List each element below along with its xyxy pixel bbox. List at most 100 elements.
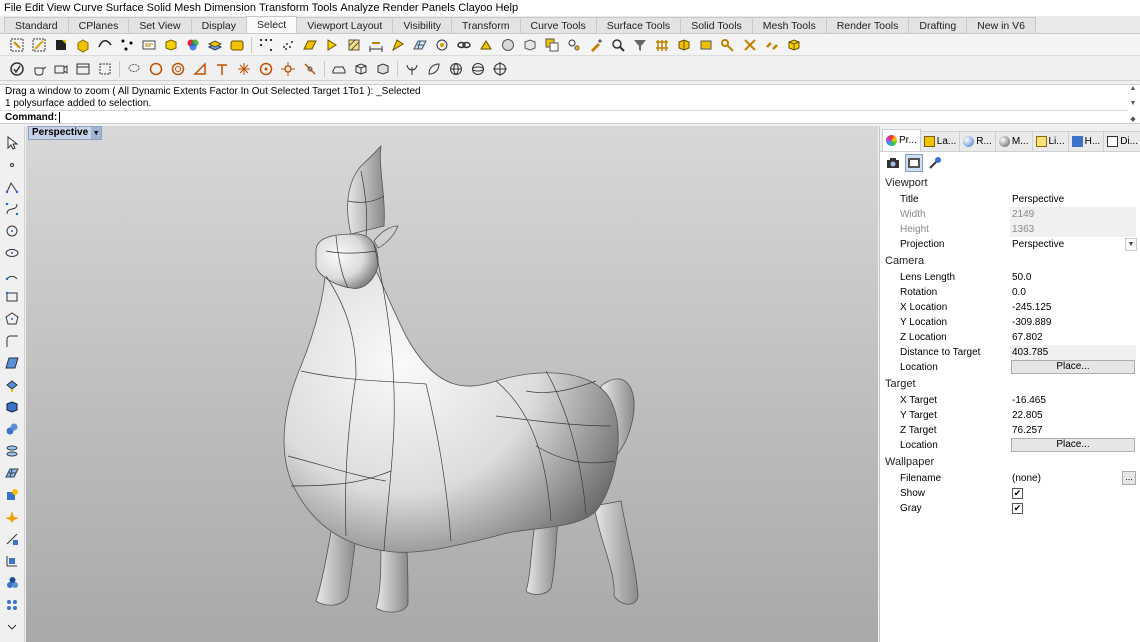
- select-hatch-icon[interactable]: [343, 35, 365, 55]
- tab-mesh-tools[interactable]: Mesh Tools: [751, 17, 827, 33]
- tab-curve-tools[interactable]: Curve Tools: [519, 17, 597, 33]
- solid-box-icon[interactable]: [2, 396, 22, 418]
- concentric-circle-icon[interactable]: [167, 59, 189, 79]
- teapot-icon[interactable]: [28, 59, 50, 79]
- lasso-icon[interactable]: [123, 59, 145, 79]
- analyze-icon[interactable]: [2, 572, 22, 594]
- tab-rendering[interactable]: R...: [959, 131, 996, 151]
- select-group-icon[interactable]: [226, 35, 248, 55]
- select-clipping-icon[interactable]: [739, 35, 761, 55]
- select-none-icon[interactable]: [28, 35, 50, 55]
- tab-surface-tools[interactable]: Surface Tools: [595, 17, 682, 33]
- select-last-icon[interactable]: [50, 35, 72, 55]
- select-annotations-icon[interactable]: [387, 35, 409, 55]
- tab-standard[interactable]: Standard: [4, 17, 69, 33]
- select-key-icon[interactable]: [717, 35, 739, 55]
- menu-solid[interactable]: Solid: [147, 0, 174, 16]
- menu-render[interactable]: Render: [383, 0, 422, 16]
- select-lights-icon[interactable]: [321, 35, 343, 55]
- tab-materials[interactable]: M...: [994, 131, 1033, 151]
- select-arrow-icon[interactable]: [2, 132, 22, 154]
- window-view-icon[interactable]: [72, 59, 94, 79]
- menu-file[interactable]: File: [4, 0, 25, 16]
- select-solids-icon[interactable]: [783, 35, 805, 55]
- select-links-icon[interactable]: [761, 35, 783, 55]
- tab-layers[interactable]: La...: [919, 131, 961, 151]
- menu-surface[interactable]: Surface: [106, 0, 147, 16]
- plant-icon[interactable]: [401, 59, 423, 79]
- select-layer-icon[interactable]: [204, 35, 226, 55]
- rectangle-icon[interactable]: [2, 286, 22, 308]
- select-polysurface-icon[interactable]: [72, 35, 94, 55]
- browse-button[interactable]: ...: [1122, 471, 1136, 485]
- distance-to-target-field[interactable]: 403.785: [1010, 345, 1136, 360]
- expand-icon[interactable]: [2, 616, 22, 638]
- solid-sphere-icon[interactable]: [2, 418, 22, 440]
- title-field[interactable]: Perspective: [1010, 192, 1136, 207]
- z-target-field[interactable]: 76.257: [1010, 423, 1136, 438]
- target-place-button[interactable]: Place...: [1011, 438, 1135, 452]
- menu-analyze[interactable]: Analyze: [340, 0, 382, 16]
- menu-tools[interactable]: Tools: [312, 0, 341, 16]
- chevron-down-icon[interactable]: ▼: [91, 127, 102, 139]
- render-icon[interactable]: [2, 506, 22, 528]
- select-curves-icon[interactable]: [94, 35, 116, 55]
- select-point-cloud-icon[interactable]: [277, 35, 299, 55]
- arc-icon[interactable]: [2, 264, 22, 286]
- select-meshes-icon[interactable]: [409, 35, 431, 55]
- select-open-polysurface-icon[interactable]: [475, 35, 497, 55]
- select-block-instance-icon[interactable]: [673, 35, 695, 55]
- boolean-icon[interactable]: [2, 484, 22, 506]
- tab-properties[interactable]: Pr...: [882, 129, 921, 151]
- spin-updown-icon[interactable]: ◆: [1130, 115, 1135, 123]
- tab-solid-tools[interactable]: Solid Tools: [680, 17, 753, 33]
- show-checkbox[interactable]: ✔: [1012, 488, 1023, 499]
- menu-panels[interactable]: Panels: [422, 0, 459, 16]
- select-all-icon[interactable]: [6, 35, 28, 55]
- mesh-plane-icon[interactable]: [2, 462, 22, 484]
- menu-transform[interactable]: Transform: [259, 0, 312, 16]
- check-icon[interactable]: [6, 59, 28, 79]
- curve-icon[interactable]: [2, 198, 22, 220]
- gray-checkbox[interactable]: ✔: [1012, 503, 1023, 514]
- select-filter-icon[interactable]: [629, 35, 651, 55]
- projection-select[interactable]: Perspective: [1010, 237, 1136, 252]
- surface-icon[interactable]: [2, 352, 22, 374]
- viewport-properties-icon[interactable]: [905, 154, 923, 172]
- tab-drafting[interactable]: Drafting: [908, 17, 968, 33]
- extrude-icon[interactable]: [2, 374, 22, 396]
- globe-icon[interactable]: [445, 59, 467, 79]
- select-color-icon[interactable]: [182, 35, 204, 55]
- polygon-icon[interactable]: [2, 308, 22, 330]
- scroll-up-icon[interactable]: ▲: [1130, 85, 1137, 92]
- leaf-icon[interactable]: [423, 59, 445, 79]
- tab-set-view[interactable]: Set View: [128, 17, 192, 33]
- rotation-field[interactable]: 0.0: [1010, 285, 1136, 300]
- command-input[interactable]: Command:: [0, 110, 1128, 123]
- menu-dimension[interactable]: Dimension: [204, 0, 259, 16]
- tab-cplanes[interactable]: CPlanes: [67, 17, 130, 33]
- box-icon[interactable]: [350, 59, 372, 79]
- menu-edit[interactable]: Edit: [25, 0, 47, 16]
- cube-icon[interactable]: [372, 59, 394, 79]
- tab-visibility[interactable]: Visibility: [392, 17, 453, 33]
- camera-icon[interactable]: [884, 154, 902, 172]
- circle-tool-icon[interactable]: [2, 220, 22, 242]
- select-box-icon[interactable]: [519, 35, 541, 55]
- y-location-field[interactable]: -309.889: [1010, 315, 1136, 330]
- x-target-field[interactable]: -16.465: [1010, 393, 1136, 408]
- pin-icon[interactable]: [211, 59, 233, 79]
- menu-help[interactable]: Help: [495, 0, 521, 16]
- crosshair-icon[interactable]: [489, 59, 511, 79]
- array-icon[interactable]: [2, 594, 22, 616]
- select-sphere-icon[interactable]: [497, 35, 519, 55]
- select-by-name-icon[interactable]: [431, 35, 453, 55]
- named-views-icon[interactable]: [926, 154, 944, 172]
- select-points-icon[interactable]: [116, 35, 138, 55]
- scroll-down-icon[interactable]: ▼: [1130, 100, 1137, 107]
- ellipse-icon[interactable]: [2, 242, 22, 264]
- select-blocks-icon[interactable]: [160, 35, 182, 55]
- x-location-field[interactable]: -245.125: [1010, 300, 1136, 315]
- tab-new-in-v6[interactable]: New in V6: [966, 17, 1037, 33]
- select-planar-icon[interactable]: [695, 35, 717, 55]
